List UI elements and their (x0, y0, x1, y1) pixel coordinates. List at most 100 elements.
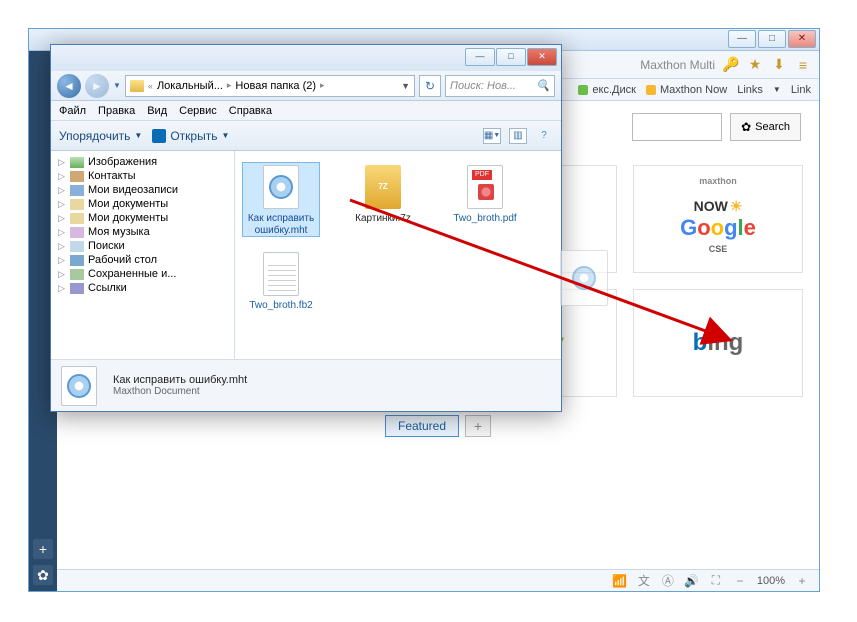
expand-icon[interactable]: ▷ (57, 186, 66, 195)
view-options-button[interactable]: ▦▼ (483, 128, 501, 144)
menu-file[interactable]: Файл (59, 105, 86, 117)
yandex-icon (578, 85, 588, 95)
file-label: Two_broth.pdf (453, 213, 516, 225)
tree-item-music[interactable]: ▷Моя музыка (53, 225, 232, 239)
open-button[interactable]: Открыть ▼ (152, 129, 229, 143)
google-logo: Google (680, 215, 756, 241)
star-icon[interactable]: ★ (747, 57, 763, 73)
menu-icon[interactable]: ≡ (795, 57, 811, 73)
breadcrumb-2[interactable]: Новая папка (2) (235, 80, 316, 92)
tree-item-searches[interactable]: ▷ Поиски (53, 239, 232, 253)
explorer-close-button[interactable]: ✕ (527, 48, 557, 66)
explorer-minimize-button[interactable]: — (465, 48, 495, 66)
address-bar[interactable]: « Локальный... ▸ Новая папка (2) ▸ ▼ (125, 75, 415, 97)
bookmark-link[interactable]: Link (791, 84, 811, 96)
preview-pane-button[interactable]: ▥ (509, 128, 527, 144)
tile-maxthon-now[interactable]: maxthon NOW ☀ Google CSE (633, 165, 803, 273)
explorer-search-input[interactable]: Поиск: Нов... 🔍 (445, 75, 555, 97)
navigation-tree[interactable]: ▷Изображения ▷Контакты ▷Мои видеозаписи … (51, 151, 235, 359)
tree-item-images[interactable]: ▷ Изображения (53, 155, 232, 169)
tree-item-contacts[interactable]: ▷Контакты (53, 169, 232, 183)
bookmark-maxthon-now[interactable]: Maxthon Now (646, 84, 727, 96)
tab-featured[interactable]: Featured (385, 415, 459, 437)
breadcrumb-1[interactable]: Локальный... (157, 80, 223, 92)
maxthon-icon (646, 85, 656, 95)
mht-file-icon (61, 366, 97, 406)
tree-item-videos[interactable]: ▷ Мои видеозаписи (53, 183, 232, 197)
nav-back-button[interactable]: ◄ (57, 74, 81, 98)
tab-add-button[interactable]: + (465, 415, 491, 437)
sidebar-settings-button[interactable]: ✿ (33, 565, 53, 585)
status-abp-icon[interactable]: Ⓐ (661, 574, 675, 588)
status-translate-icon[interactable]: 文 (637, 574, 651, 588)
nav-forward-button[interactable]: ► (85, 74, 109, 98)
expand-icon[interactable]: ▷ (57, 200, 66, 209)
explorer-titlebar[interactable]: — □ ✕ (51, 45, 561, 71)
explorer-menu-bar: Файл Правка Вид Сервис Справка (51, 101, 561, 121)
file-7z[interactable]: 7Z Картинки.7z (345, 163, 421, 236)
explorer-maximize-button[interactable]: □ (496, 48, 526, 66)
tile-bing[interactable]: bing (633, 289, 803, 397)
download-icon[interactable]: ⬇ (771, 57, 787, 73)
crumb-chevron-icon[interactable]: ▸ (227, 80, 232, 91)
tree-item-saved[interactable]: ▷Сохраненные и... (53, 267, 232, 281)
expand-icon[interactable]: ▷ (57, 228, 66, 237)
details-pane: Как исправить ошибку.mht Maxthon Documen… (51, 359, 561, 411)
details-filename: Как исправить ошибку.mht (113, 374, 247, 386)
expand-icon[interactable]: ▷ (57, 158, 66, 167)
search-input[interactable] (632, 113, 722, 141)
file-mht[interactable]: Как исправить ошибку.mht (243, 163, 319, 236)
expand-icon[interactable]: ▷ (57, 270, 66, 279)
menu-tools[interactable]: Сервис (179, 105, 217, 117)
status-sound-icon[interactable]: 🔊 (685, 574, 699, 588)
file-grid[interactable]: Как исправить ошибку.mht 7Z Картинки.7z … (235, 151, 561, 359)
tree-item-links[interactable]: ▷ Ссылки (53, 281, 232, 295)
search-icon: 🔍 (536, 79, 550, 92)
menu-view[interactable]: Вид (147, 105, 167, 117)
help-button[interactable]: ? (535, 128, 553, 144)
tree-item-documents-2[interactable]: ▷Мои документы (53, 211, 232, 225)
status-graph-icon[interactable]: 📶 (613, 574, 627, 588)
tree-label: Изображения (88, 156, 157, 168)
browser-minimize-button[interactable]: — (728, 30, 756, 48)
file-pdf[interactable]: Two_broth.pdf (447, 163, 523, 236)
browser-close-button[interactable]: ✕ (788, 30, 816, 48)
tree-item-desktop[interactable]: ▷Рабочий стол (53, 253, 232, 267)
sidebar-add-button[interactable]: + (33, 539, 53, 559)
menu-help[interactable]: Справка (229, 105, 272, 117)
key-icon[interactable]: 🔑 (723, 57, 739, 73)
explorer-address-row: ◄ ► ▼ « Локальный... ▸ Новая папка (2) ▸… (51, 71, 561, 101)
chevron-down-icon[interactable]: ▼ (773, 85, 781, 94)
chevron-down-icon[interactable]: ▼ (113, 81, 121, 90)
zoom-out-button[interactable]: − (733, 574, 747, 588)
details-filetype: Maxthon Document (113, 386, 247, 397)
refresh-button[interactable]: ↻ (419, 75, 441, 97)
bookmark-links[interactable]: Links (737, 84, 763, 96)
expand-icon[interactable]: ▷ (57, 172, 66, 181)
address-hint[interactable]: Maxthon Multi (640, 58, 715, 72)
browser-maximize-button[interactable]: □ (758, 30, 786, 48)
file-fb2[interactable]: Two_broth.fb2 (243, 250, 319, 312)
gear-icon: ✿ (741, 120, 751, 134)
now-brand-label: NOW (694, 198, 728, 214)
search-button-label: Search (755, 121, 790, 133)
expand-icon[interactable]: ▷ (57, 284, 66, 293)
address-dropdown-icon[interactable]: ▼ (401, 81, 410, 91)
zoom-in-button[interactable]: + (795, 574, 809, 588)
expand-icon[interactable]: ▷ (57, 242, 66, 251)
expand-icon[interactable]: ▷ (57, 214, 66, 223)
crumb-chevron-icon[interactable]: ▸ (320, 80, 325, 91)
organize-button[interactable]: Упорядочить ▼ (59, 129, 142, 143)
menu-edit[interactable]: Правка (98, 105, 135, 117)
bookmark-label: Maxthon Now (660, 84, 727, 96)
search-button[interactable]: ✿ Search (730, 113, 801, 141)
tree-item-documents-1[interactable]: ▷Мои документы (53, 197, 232, 211)
tree-label: Поиски (88, 240, 125, 252)
expand-icon[interactable]: ▷ (57, 256, 66, 265)
desktop-icon (70, 255, 84, 266)
sun-icon: ☀ (730, 198, 743, 215)
bookmark-yandex-disk[interactable]: екс.Диск (578, 84, 636, 96)
status-fullscreen-icon[interactable]: ⛶ (709, 574, 723, 588)
tree-label: Мои видеозаписи (88, 184, 178, 196)
tree-label: Ссылки (88, 282, 127, 294)
